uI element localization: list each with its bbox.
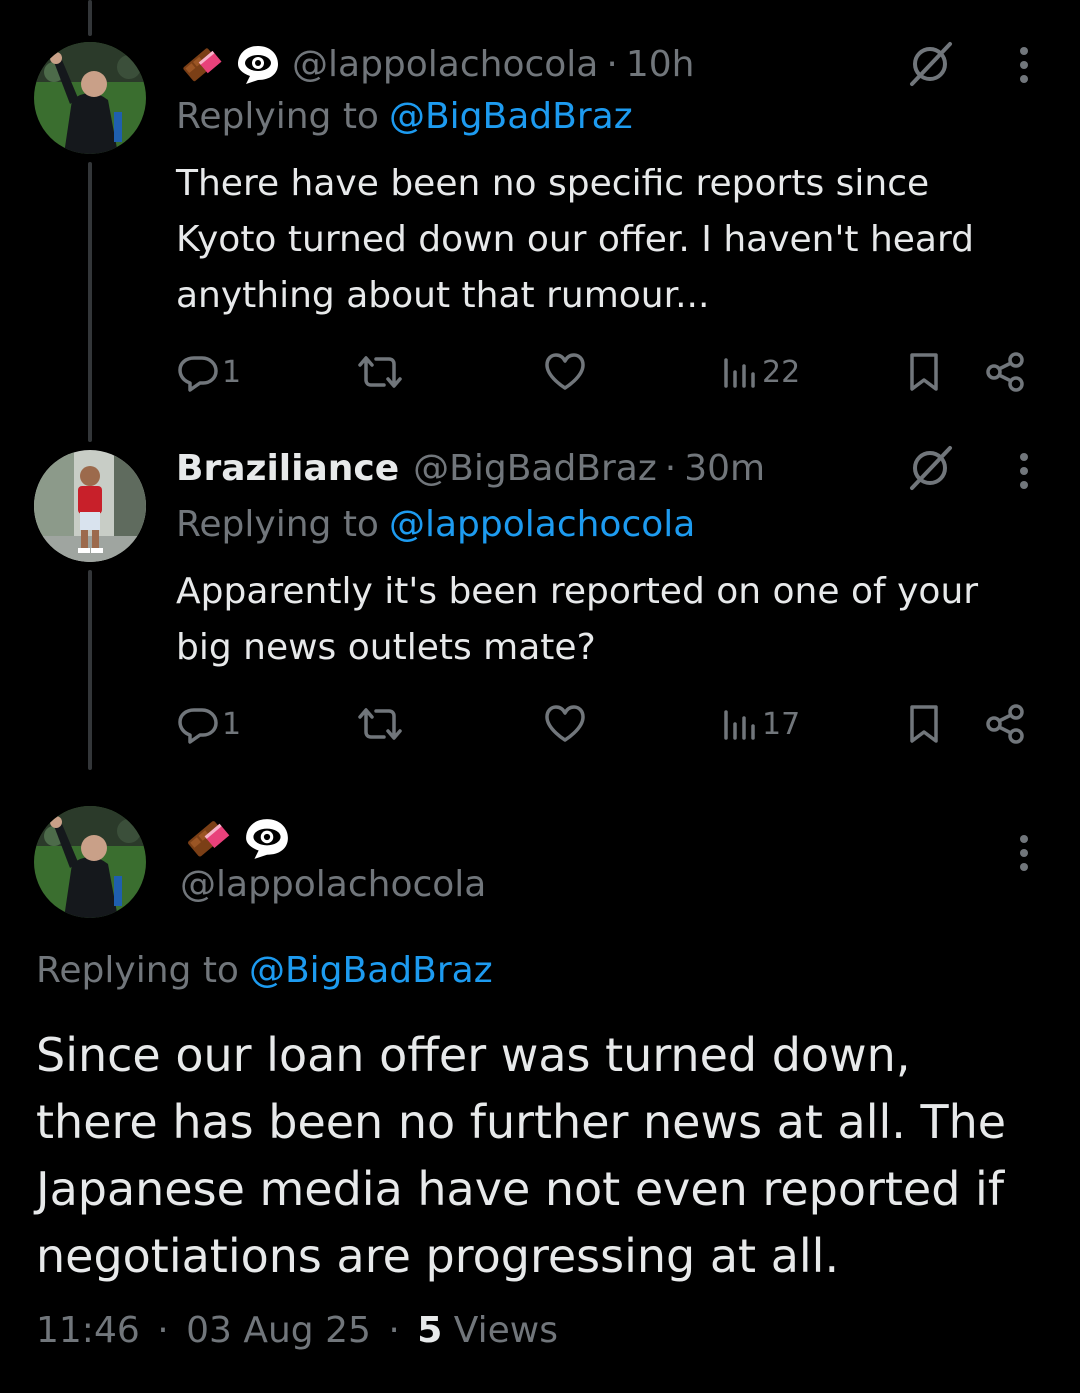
- repost-icon: [358, 356, 402, 388]
- avatar[interactable]: [34, 806, 146, 918]
- main-tweet-badges: [180, 812, 302, 864]
- tweet-handle[interactable]: @BigBadBraz: [413, 448, 657, 489]
- views-button[interactable]: 22: [722, 342, 800, 402]
- grok-icon[interactable]: [902, 440, 958, 496]
- chocolate-bar-icon: [180, 812, 232, 864]
- separator-dot: ·: [157, 1310, 169, 1351]
- reply-icon: [178, 708, 218, 744]
- more-options-icon[interactable]: [1004, 446, 1044, 496]
- analytics-icon: [724, 710, 755, 740]
- repost-button[interactable]: [356, 342, 404, 402]
- tweet-date[interactable]: 03 Aug 25: [186, 1310, 371, 1351]
- tweet-header: @lappolachocola · 10h: [176, 36, 694, 92]
- grok-icon[interactable]: [902, 36, 958, 92]
- share-icon: [986, 704, 1024, 744]
- reply-count: 1: [222, 706, 242, 742]
- thread-line-1: [88, 162, 92, 442]
- display-name[interactable]: Braziliance: [176, 448, 399, 489]
- like-button[interactable]: [542, 694, 588, 754]
- share-button[interactable]: [984, 342, 1026, 402]
- bookmark-icon: [910, 705, 938, 743]
- reply-to-handle-link[interactable]: @BigBadBraz: [389, 96, 633, 137]
- repost-icon: [358, 708, 402, 740]
- replying-to: Replying to @BigBadBraz: [36, 950, 493, 991]
- more-options-icon[interactable]: [1004, 828, 1044, 878]
- main-tweet-handle[interactable]: @lappolachocola: [180, 864, 486, 905]
- tweet-text: Apparently it's been reported on one of …: [176, 571, 979, 668]
- tweet-actions: 1 22: [176, 342, 1036, 402]
- like-button[interactable]: [542, 342, 588, 402]
- reply-button[interactable]: 1: [176, 342, 241, 402]
- replying-to: Replying to @BigBadBraz: [176, 96, 633, 137]
- tweet-text: There have been no specific reports sinc…: [176, 163, 974, 316]
- separator-dot: ·: [664, 447, 677, 489]
- tweet-actions: 1 17: [176, 694, 1036, 754]
- eye-in-speech-bubble-icon: [236, 42, 280, 86]
- reply-to-handle-link[interactable]: @BigBadBraz: [249, 950, 493, 991]
- views-count: 5: [417, 1310, 443, 1351]
- analytics-icon: [724, 358, 755, 388]
- eye-in-speech-bubble-icon: [244, 815, 290, 861]
- views-button[interactable]: 17: [722, 694, 800, 754]
- heart-icon: [545, 705, 585, 742]
- avatar[interactable]: [34, 450, 146, 562]
- share-icon: [986, 352, 1024, 392]
- reply-to-handle-link[interactable]: @lappolachocola: [389, 504, 695, 545]
- tweet-meta: 11:46 · 03 Aug 25 · 5 Views: [36, 1310, 558, 1351]
- tweet-handle[interactable]: @lappolachocola: [292, 44, 598, 85]
- main-tweet-text: Since our loan offer was turned down, th…: [36, 1028, 1007, 1283]
- bookmark-icon: [910, 353, 938, 391]
- chocolate-bar-icon: [176, 40, 224, 88]
- tweet-time[interactable]: 30m: [684, 448, 765, 489]
- replying-to-label: Replying to: [36, 950, 239, 991]
- avatar[interactable]: [34, 42, 146, 154]
- thread-line-2: [88, 570, 92, 770]
- replying-to: Replying to @lappolachocola: [176, 504, 695, 545]
- share-button[interactable]: [984, 694, 1026, 754]
- heart-icon: [545, 353, 585, 390]
- replying-to-label: Replying to: [176, 96, 379, 137]
- replying-to-label: Replying to: [176, 504, 379, 545]
- reply-button[interactable]: 1: [176, 694, 241, 754]
- repost-button[interactable]: [356, 694, 404, 754]
- separator-dot: ·: [388, 1310, 400, 1351]
- more-options-icon[interactable]: [1004, 40, 1044, 90]
- views-count: 17: [762, 706, 801, 742]
- tweet-header: Braziliance @BigBadBraz · 30m: [176, 440, 765, 496]
- views-count: 22: [762, 354, 801, 390]
- bookmark-button[interactable]: [906, 694, 942, 754]
- tweet-time[interactable]: 10h: [626, 44, 695, 85]
- reply-count: 1: [222, 354, 242, 390]
- thread-line-top: [88, 0, 92, 36]
- views-label: Views: [453, 1310, 558, 1351]
- bookmark-button[interactable]: [906, 342, 942, 402]
- tweet-time[interactable]: 11:46: [36, 1310, 140, 1351]
- separator-dot: ·: [606, 43, 618, 85]
- reply-icon: [178, 356, 218, 392]
